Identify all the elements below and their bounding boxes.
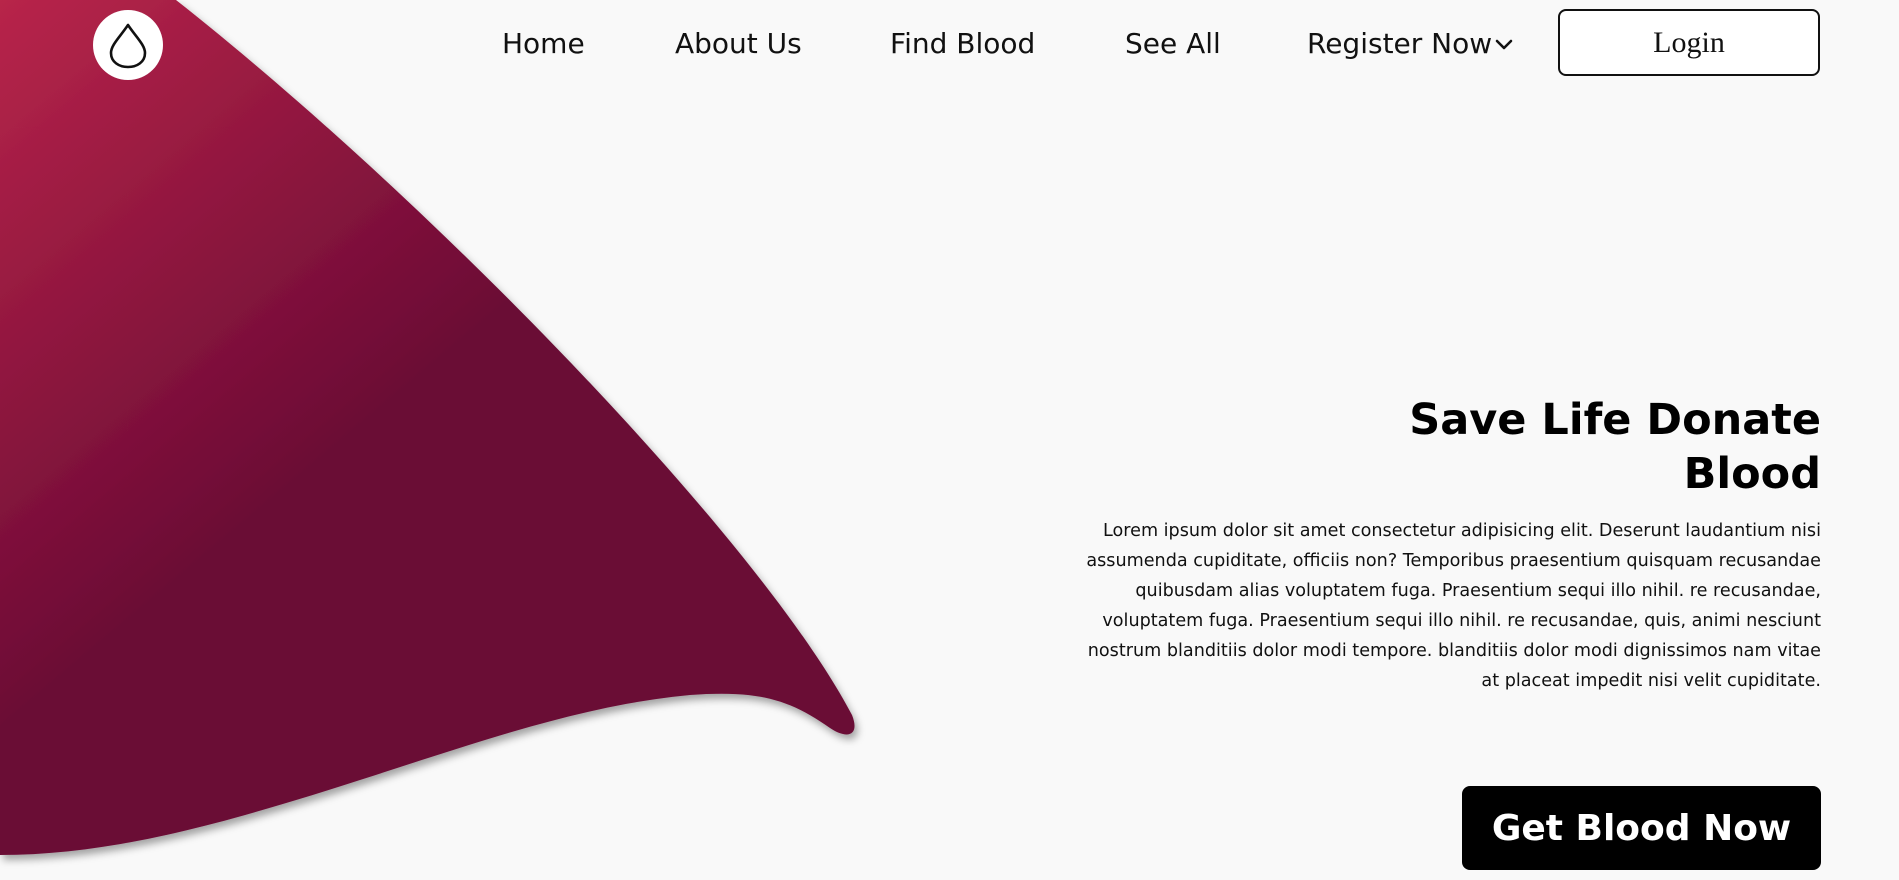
nav-find-blood-link[interactable]: Find Blood (890, 24, 1035, 64)
nav-see-all-link[interactable]: See All (1125, 24, 1221, 64)
blood-drop-icon (109, 23, 147, 69)
get-blood-now-button[interactable]: Get Blood Now (1462, 786, 1821, 870)
login-button[interactable]: Login (1558, 9, 1820, 76)
landing-page: Home About Us Find Blood See All Registe… (0, 0, 1899, 880)
hero-wave-shape (0, 0, 855, 855)
nav-about-link[interactable]: About Us (675, 24, 802, 64)
chevron-down-icon[interactable] (1494, 34, 1514, 54)
nav-home-link[interactable]: Home (502, 24, 585, 64)
hero-title: Save Life Donate Blood (1409, 395, 1821, 499)
hero-description: Lorem ipsum dolor sit amet consectetur a… (1086, 521, 1821, 691)
logo[interactable] (93, 10, 163, 80)
nav-register-dropdown[interactable]: Register Now (1307, 24, 1492, 64)
